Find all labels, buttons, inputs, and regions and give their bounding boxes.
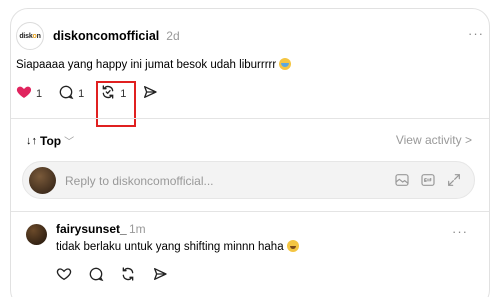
comment-body: tidak berlaku untuk yang shifting minnn …	[56, 241, 284, 253]
sort-dropdown[interactable]: ↓↑ Top ﹀	[26, 133, 75, 149]
crying-emoji-icon	[279, 58, 292, 70]
comment-share-send-icon[interactable]	[152, 266, 168, 282]
post-timestamp: 2d	[166, 29, 180, 43]
send-icon	[142, 84, 158, 103]
expand-icon[interactable]	[446, 172, 462, 188]
image-icon[interactable]	[394, 172, 410, 188]
reply-count: 1	[78, 87, 85, 100]
chevron-down-icon: ﹀	[64, 137, 75, 148]
post-body: Siapaaaa yang happy ini jumat besok udah…	[16, 59, 277, 71]
gif-icon[interactable]	[420, 172, 436, 188]
like-count: 1	[36, 87, 43, 100]
post-more-button[interactable]: ···	[468, 26, 484, 41]
sort-arrows-icon: ↓↑	[26, 134, 37, 147]
heart-icon	[16, 84, 32, 103]
avatar-text-a: disk	[19, 32, 33, 40]
view-activity-link[interactable]: View activity >	[396, 133, 472, 147]
post-text: Siapaaaa yang happy ini jumat besok udah…	[16, 58, 292, 71]
sort-label: Top	[40, 133, 62, 148]
comment-more-button[interactable]: ···	[452, 224, 468, 239]
avatar-text-n: n	[36, 32, 41, 40]
divider	[11, 118, 489, 119]
comment-reply-icon[interactable]	[88, 266, 104, 282]
post-header: disk o n diskoncomofficial 2d	[16, 22, 180, 50]
comment-timestamp: 1m	[129, 222, 146, 236]
comment-avatar[interactable]	[26, 224, 47, 245]
divider	[11, 211, 489, 212]
comment-actions	[56, 266, 184, 282]
author-avatar[interactable]: disk o n	[16, 22, 44, 50]
laughing-emoji-icon	[286, 240, 299, 252]
comment-text: tidak berlaku untuk yang shifting minnn …	[56, 240, 299, 253]
post-author[interactable]: diskoncomofficial	[53, 29, 159, 43]
reply-placeholder: Reply to diskoncomofficial...	[65, 174, 214, 188]
share-button[interactable]	[142, 84, 158, 103]
reply-button[interactable]: 1	[58, 84, 84, 103]
post-card	[10, 8, 490, 297]
comment-like-heart-icon[interactable]	[56, 266, 72, 282]
like-button[interactable]: 1	[16, 84, 42, 103]
reply-input[interactable]: Reply to diskoncomofficial...	[22, 161, 475, 199]
reply-tools	[384, 172, 462, 188]
comment-icon	[58, 84, 74, 103]
repost-highlight-annotation	[96, 81, 136, 127]
comment-repost-icon[interactable]	[120, 266, 136, 282]
comment-author[interactable]: fairysunset_	[56, 222, 127, 236]
current-user-avatar	[29, 167, 56, 194]
